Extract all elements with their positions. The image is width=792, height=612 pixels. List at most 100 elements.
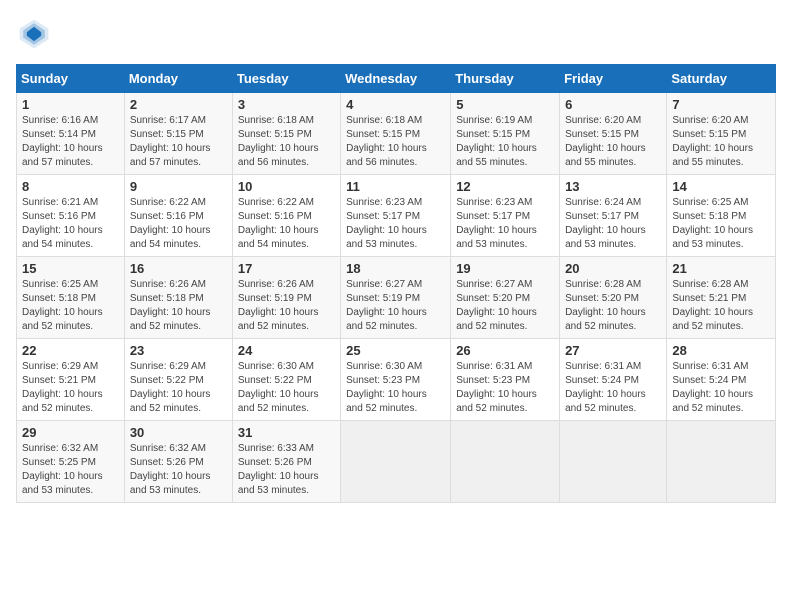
day-info: Sunrise: 6:21 AM Sunset: 5:16 PM Dayligh…	[22, 196, 119, 252]
day-number: 6	[565, 97, 661, 112]
day-info: Sunrise: 6:31 AM Sunset: 5:24 PM Dayligh…	[565, 360, 661, 416]
day-info: Sunrise: 6:29 AM Sunset: 5:22 PM Dayligh…	[130, 360, 227, 416]
day-info: Sunrise: 6:29 AM Sunset: 5:21 PM Dayligh…	[22, 360, 119, 416]
calendar-day-cell: 2 Sunrise: 6:17 AM Sunset: 5:15 PM Dayli…	[124, 93, 232, 175]
day-number: 11	[346, 179, 445, 194]
calendar-day-cell: 1 Sunrise: 6:16 AM Sunset: 5:14 PM Dayli…	[17, 93, 125, 175]
calendar-week-row: 15 Sunrise: 6:25 AM Sunset: 5:18 PM Dayl…	[17, 257, 776, 339]
calendar-week-row: 8 Sunrise: 6:21 AM Sunset: 5:16 PM Dayli…	[17, 175, 776, 257]
day-number: 9	[130, 179, 227, 194]
weekday-row: SundayMondayTuesdayWednesdayThursdayFrid…	[17, 65, 776, 93]
calendar-day-cell	[667, 421, 776, 503]
calendar-day-cell: 11 Sunrise: 6:23 AM Sunset: 5:17 PM Dayl…	[341, 175, 451, 257]
calendar-day-cell: 31 Sunrise: 6:33 AM Sunset: 5:26 PM Dayl…	[232, 421, 340, 503]
day-info: Sunrise: 6:24 AM Sunset: 5:17 PM Dayligh…	[565, 196, 661, 252]
calendar-header: SundayMondayTuesdayWednesdayThursdayFrid…	[17, 65, 776, 93]
day-info: Sunrise: 6:31 AM Sunset: 5:23 PM Dayligh…	[456, 360, 554, 416]
calendar-day-cell: 7 Sunrise: 6:20 AM Sunset: 5:15 PM Dayli…	[667, 93, 776, 175]
day-info: Sunrise: 6:32 AM Sunset: 5:26 PM Dayligh…	[130, 442, 227, 498]
weekday-header: Wednesday	[341, 65, 451, 93]
calendar-day-cell: 30 Sunrise: 6:32 AM Sunset: 5:26 PM Dayl…	[124, 421, 232, 503]
calendar-body: 1 Sunrise: 6:16 AM Sunset: 5:14 PM Dayli…	[17, 93, 776, 503]
calendar-day-cell: 9 Sunrise: 6:22 AM Sunset: 5:16 PM Dayli…	[124, 175, 232, 257]
day-number: 3	[238, 97, 335, 112]
day-info: Sunrise: 6:27 AM Sunset: 5:20 PM Dayligh…	[456, 278, 554, 334]
calendar-week-row: 1 Sunrise: 6:16 AM Sunset: 5:14 PM Dayli…	[17, 93, 776, 175]
day-info: Sunrise: 6:25 AM Sunset: 5:18 PM Dayligh…	[672, 196, 770, 252]
calendar-day-cell: 21 Sunrise: 6:28 AM Sunset: 5:21 PM Dayl…	[667, 257, 776, 339]
day-number: 28	[672, 343, 770, 358]
calendar-day-cell: 5 Sunrise: 6:19 AM Sunset: 5:15 PM Dayli…	[451, 93, 560, 175]
calendar-day-cell: 25 Sunrise: 6:30 AM Sunset: 5:23 PM Dayl…	[341, 339, 451, 421]
weekday-header: Thursday	[451, 65, 560, 93]
calendar-week-row: 29 Sunrise: 6:32 AM Sunset: 5:25 PM Dayl…	[17, 421, 776, 503]
day-number: 29	[22, 425, 119, 440]
day-info: Sunrise: 6:20 AM Sunset: 5:15 PM Dayligh…	[672, 114, 770, 170]
calendar-day-cell: 4 Sunrise: 6:18 AM Sunset: 5:15 PM Dayli…	[341, 93, 451, 175]
day-number: 20	[565, 261, 661, 276]
day-info: Sunrise: 6:18 AM Sunset: 5:15 PM Dayligh…	[238, 114, 335, 170]
day-info: Sunrise: 6:18 AM Sunset: 5:15 PM Dayligh…	[346, 114, 445, 170]
calendar-day-cell: 20 Sunrise: 6:28 AM Sunset: 5:20 PM Dayl…	[560, 257, 667, 339]
day-number: 10	[238, 179, 335, 194]
day-number: 23	[130, 343, 227, 358]
day-info: Sunrise: 6:28 AM Sunset: 5:21 PM Dayligh…	[672, 278, 770, 334]
day-number: 30	[130, 425, 227, 440]
day-info: Sunrise: 6:23 AM Sunset: 5:17 PM Dayligh…	[346, 196, 445, 252]
day-number: 15	[22, 261, 119, 276]
day-number: 4	[346, 97, 445, 112]
day-info: Sunrise: 6:26 AM Sunset: 5:19 PM Dayligh…	[238, 278, 335, 334]
calendar-day-cell	[451, 421, 560, 503]
calendar-day-cell: 8 Sunrise: 6:21 AM Sunset: 5:16 PM Dayli…	[17, 175, 125, 257]
day-number: 16	[130, 261, 227, 276]
day-number: 18	[346, 261, 445, 276]
day-info: Sunrise: 6:23 AM Sunset: 5:17 PM Dayligh…	[456, 196, 554, 252]
day-number: 12	[456, 179, 554, 194]
day-info: Sunrise: 6:32 AM Sunset: 5:25 PM Dayligh…	[22, 442, 119, 498]
logo	[16, 16, 58, 52]
day-number: 25	[346, 343, 445, 358]
day-info: Sunrise: 6:20 AM Sunset: 5:15 PM Dayligh…	[565, 114, 661, 170]
day-number: 19	[456, 261, 554, 276]
calendar-day-cell: 10 Sunrise: 6:22 AM Sunset: 5:16 PM Dayl…	[232, 175, 340, 257]
weekday-header: Sunday	[17, 65, 125, 93]
day-number: 5	[456, 97, 554, 112]
calendar-day-cell: 22 Sunrise: 6:29 AM Sunset: 5:21 PM Dayl…	[17, 339, 125, 421]
calendar-day-cell: 12 Sunrise: 6:23 AM Sunset: 5:17 PM Dayl…	[451, 175, 560, 257]
calendar-day-cell: 28 Sunrise: 6:31 AM Sunset: 5:24 PM Dayl…	[667, 339, 776, 421]
day-info: Sunrise: 6:30 AM Sunset: 5:22 PM Dayligh…	[238, 360, 335, 416]
day-info: Sunrise: 6:31 AM Sunset: 5:24 PM Dayligh…	[672, 360, 770, 416]
day-info: Sunrise: 6:28 AM Sunset: 5:20 PM Dayligh…	[565, 278, 661, 334]
calendar: SundayMondayTuesdayWednesdayThursdayFrid…	[16, 64, 776, 503]
calendar-day-cell: 16 Sunrise: 6:26 AM Sunset: 5:18 PM Dayl…	[124, 257, 232, 339]
calendar-day-cell	[560, 421, 667, 503]
day-number: 22	[22, 343, 119, 358]
weekday-header: Tuesday	[232, 65, 340, 93]
logo-icon	[16, 16, 52, 52]
day-number: 24	[238, 343, 335, 358]
day-info: Sunrise: 6:27 AM Sunset: 5:19 PM Dayligh…	[346, 278, 445, 334]
day-number: 1	[22, 97, 119, 112]
day-info: Sunrise: 6:33 AM Sunset: 5:26 PM Dayligh…	[238, 442, 335, 498]
calendar-day-cell: 23 Sunrise: 6:29 AM Sunset: 5:22 PM Dayl…	[124, 339, 232, 421]
calendar-day-cell: 3 Sunrise: 6:18 AM Sunset: 5:15 PM Dayli…	[232, 93, 340, 175]
day-number: 21	[672, 261, 770, 276]
day-info: Sunrise: 6:22 AM Sunset: 5:16 PM Dayligh…	[130, 196, 227, 252]
day-number: 7	[672, 97, 770, 112]
day-number: 13	[565, 179, 661, 194]
weekday-header: Friday	[560, 65, 667, 93]
calendar-day-cell: 14 Sunrise: 6:25 AM Sunset: 5:18 PM Dayl…	[667, 175, 776, 257]
day-info: Sunrise: 6:19 AM Sunset: 5:15 PM Dayligh…	[456, 114, 554, 170]
day-info: Sunrise: 6:22 AM Sunset: 5:16 PM Dayligh…	[238, 196, 335, 252]
day-number: 31	[238, 425, 335, 440]
calendar-day-cell: 17 Sunrise: 6:26 AM Sunset: 5:19 PM Dayl…	[232, 257, 340, 339]
weekday-header: Monday	[124, 65, 232, 93]
calendar-day-cell: 19 Sunrise: 6:27 AM Sunset: 5:20 PM Dayl…	[451, 257, 560, 339]
day-number: 2	[130, 97, 227, 112]
calendar-day-cell: 24 Sunrise: 6:30 AM Sunset: 5:22 PM Dayl…	[232, 339, 340, 421]
day-info: Sunrise: 6:25 AM Sunset: 5:18 PM Dayligh…	[22, 278, 119, 334]
header	[16, 16, 776, 52]
calendar-day-cell	[341, 421, 451, 503]
calendar-day-cell: 29 Sunrise: 6:32 AM Sunset: 5:25 PM Dayl…	[17, 421, 125, 503]
calendar-day-cell: 13 Sunrise: 6:24 AM Sunset: 5:17 PM Dayl…	[560, 175, 667, 257]
